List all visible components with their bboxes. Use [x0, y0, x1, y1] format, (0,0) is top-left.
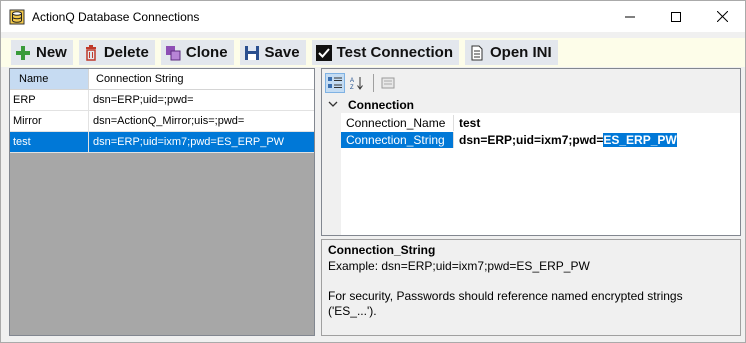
checkbox-checked-icon [315, 44, 332, 61]
new-button[interactable]: New [11, 40, 73, 65]
property-grid-margin [322, 113, 341, 235]
delete-button[interactable]: Delete [78, 40, 155, 65]
cell-name[interactable]: ERP [10, 90, 89, 110]
property-row-connection-name[interactable]: Connection_Name test [341, 115, 740, 131]
cell-name[interactable]: Mirror [10, 111, 89, 131]
plus-icon [15, 45, 31, 61]
floppy-disk-icon [244, 45, 260, 61]
property-pages-icon [381, 77, 395, 88]
categorized-icon [328, 76, 342, 88]
grid-header: Name Connection String [10, 69, 314, 90]
description-text-continued: ('ES_...'). [328, 304, 377, 318]
chevron-down-icon[interactable] [328, 97, 338, 114]
property-name[interactable]: Connection_Name [341, 115, 454, 131]
trash-icon [83, 44, 99, 61]
maximize-icon [671, 11, 681, 22]
property-value-selected-text: ES_ERP_PW [603, 133, 677, 147]
property-value-editor[interactable]: dsn=ERP;uid=ixm7;pwd=ES_ERP_PW [455, 132, 677, 148]
window-controls [607, 1, 745, 32]
close-button[interactable] [699, 1, 745, 32]
cell-connection-string[interactable]: dsn=ERP;uid=ixm7;pwd=ES_ERP_PW [89, 132, 314, 152]
property-value[interactable]: test [455, 115, 480, 131]
toolbar: New Delete Clone Save Test Connection Op… [1, 38, 745, 67]
title-bar[interactable]: ActionQ Database Connections [1, 1, 745, 32]
category-label: Connection [348, 98, 414, 112]
description-text: For security, Passwords should reference… [328, 289, 683, 303]
column-header-name[interactable]: Name [10, 69, 89, 90]
svg-text:A: A [350, 78, 354, 84]
description-title: Connection_String [328, 243, 436, 257]
minimize-icon [625, 16, 635, 17]
category-row[interactable]: Connection [322, 96, 740, 113]
cell-name[interactable]: test [10, 132, 89, 152]
column-header-connection-string[interactable]: Connection String [89, 69, 314, 90]
table-row[interactable]: ERP dsn=ERP;uid=;pwd= [10, 90, 314, 111]
sort-az-icon: A Z [350, 76, 363, 90]
save-label: Save [264, 44, 300, 61]
clone-icon [165, 45, 181, 61]
property-row-connection-string[interactable]: Connection_String dsn=ERP;uid=ixm7;pwd=E… [341, 132, 740, 148]
property-pages-button[interactable] [378, 73, 398, 93]
property-name[interactable]: Connection_String [341, 132, 454, 148]
close-icon [716, 11, 728, 22]
minimize-button[interactable] [607, 1, 653, 32]
open-ini-button[interactable]: Open INI [464, 40, 558, 65]
categorized-button[interactable] [325, 72, 345, 93]
app-window: ActionQ Database Connections New Delete [0, 0, 746, 343]
delete-label: Delete [103, 44, 149, 61]
database-icon [9, 9, 25, 25]
toolbar-separator [373, 73, 374, 92]
table-row[interactable]: Mirror dsn=ActionQ_Mirror;uis=;pwd= [10, 111, 314, 132]
window-title: ActionQ Database Connections [32, 9, 200, 24]
cell-connection-string[interactable]: dsn=ActionQ_Mirror;uis=;pwd= [89, 111, 314, 131]
alphabetical-button[interactable]: A Z [347, 73, 367, 93]
property-grid-toolbar: A Z [322, 69, 740, 96]
clone-label: Clone [185, 44, 228, 61]
property-grid: A Z Connection Connection_Name test Conn… [321, 68, 741, 236]
document-icon [469, 45, 485, 61]
test-connection-button[interactable]: Test Connection [311, 40, 459, 65]
new-label: New [36, 44, 67, 61]
maximize-button[interactable] [653, 1, 699, 32]
svg-text:Z: Z [350, 85, 354, 90]
connections-grid[interactable]: Name Connection String ERP dsn=ERP;uid=;… [9, 68, 315, 336]
description-pane: Connection_String Example: dsn=ERP;uid=i… [321, 239, 741, 336]
property-value-text: dsn=ERP;uid=ixm7;pwd= [459, 133, 604, 147]
description-example: Example: dsn=ERP;uid=ixm7;pwd=ES_ERP_PW [328, 259, 590, 273]
open-ini-label: Open INI [489, 44, 552, 61]
property-grid-body: Connection Connection_Name test Connecti… [322, 96, 740, 235]
save-button[interactable]: Save [239, 40, 306, 65]
table-row-selected[interactable]: test dsn=ERP;uid=ixm7;pwd=ES_ERP_PW [10, 132, 314, 153]
cell-connection-string[interactable]: dsn=ERP;uid=;pwd= [89, 90, 314, 110]
clone-button[interactable]: Clone [160, 40, 234, 65]
test-connection-label: Test Connection [336, 44, 453, 61]
